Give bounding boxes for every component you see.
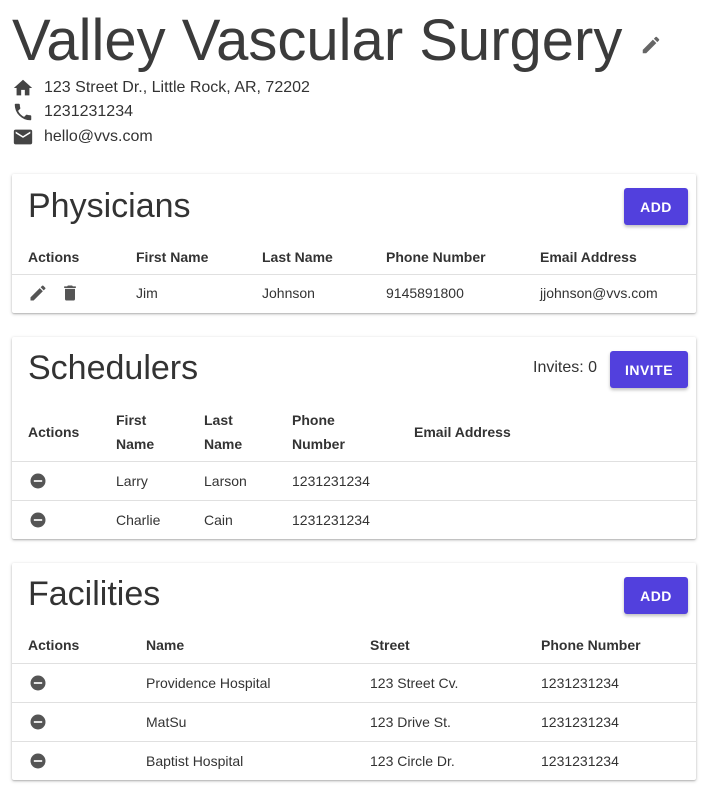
phone-cell: 1231231234 — [292, 460, 414, 500]
last-name-cell: Johnson — [262, 273, 386, 312]
edit-icon[interactable] — [28, 283, 48, 303]
delete-icon[interactable] — [60, 283, 80, 303]
street-cell: 123 Circle Dr. — [370, 740, 541, 780]
table-row: Charlie Cain 1231231234 — [12, 499, 696, 539]
table-row: MatSu 123 Drive St. 1231231234 — [12, 701, 696, 741]
col-phone-number: Phone Number — [386, 248, 486, 265]
table-row: Baptist Hospital 123 Circle Dr. 12312312… — [12, 740, 696, 780]
physicians-title: Physicians — [28, 187, 191, 225]
remove-icon[interactable] — [28, 471, 48, 491]
col-phone-number: Phone Number — [292, 403, 414, 461]
email-cell: jjohnson@vvs.com — [540, 273, 696, 312]
col-last-name-line2: Name — [204, 435, 243, 452]
page-title: Valley Vascular Surgery — [12, 8, 623, 73]
email-icon — [13, 129, 33, 145]
schedulers-card: Schedulers Invites: 0 INVITE Actions Fir… — [12, 337, 696, 539]
street-cell: 123 Street Cv. — [370, 662, 541, 702]
phone-cell: 1231231234 — [292, 499, 414, 539]
invites-count: Invites: 0 — [533, 359, 598, 376]
phone-line: 1231231234 — [12, 101, 133, 123]
col-actions: Actions — [28, 423, 80, 440]
col-first-name: First Name — [136, 248, 209, 265]
col-phone-number: Phone Number — [541, 636, 641, 653]
phone-text: 1231231234 — [44, 103, 133, 120]
remove-icon[interactable] — [28, 751, 48, 771]
remove-icon[interactable] — [28, 510, 48, 530]
schedulers-table: Actions First Name Last Name Phone Number E… — [12, 403, 696, 539]
col-actions: Actions — [28, 248, 80, 265]
actions-cell — [12, 701, 146, 741]
email-line: hello@vvs.com — [12, 126, 153, 148]
add-facility-button[interactable]: ADD — [624, 577, 688, 614]
phone-cell: 1231231234 — [541, 662, 696, 702]
physicians-card: Physicians ADD Actions First Name Last N… — [12, 174, 696, 313]
actions-cell — [12, 499, 116, 539]
table-row: Providence Hospital 123 Street Cv. 12312… — [12, 662, 696, 702]
add-physician-button[interactable]: ADD — [624, 188, 688, 225]
table-row: Larry Larson 1231231234 — [12, 460, 696, 500]
home-icon — [13, 79, 33, 96]
actions-cell — [12, 740, 146, 780]
col-phone-number-line1: Phone — [292, 411, 335, 428]
col-name: Name — [146, 636, 185, 653]
phone-cell: 1231231234 — [541, 701, 696, 741]
first-name-cell: Charlie — [116, 499, 204, 539]
phone-cell: 1231231234 — [541, 740, 696, 780]
col-email-address: Email Address — [414, 423, 511, 440]
facilities-title: Facilities — [28, 575, 161, 613]
col-first-name-line2: Name — [116, 435, 155, 452]
col-actions: Actions — [28, 636, 80, 653]
name-cell: MatSu — [146, 701, 370, 741]
last-name-cell: Larson — [204, 460, 292, 500]
col-first-name-line1: First — [116, 411, 147, 428]
title-row: Valley Vascular Surgery — [12, 6, 622, 76]
col-email-address: Email Address — [540, 248, 637, 265]
first-name-cell: Jim — [136, 273, 262, 312]
phone-cell: 9145891800 — [386, 273, 540, 312]
col-last-name: Last Name — [262, 248, 333, 265]
actions-cell — [12, 460, 116, 500]
col-last-name: Last Name — [204, 403, 292, 461]
schedulers-title: Schedulers — [28, 349, 199, 387]
actions-cell — [12, 662, 146, 702]
remove-icon[interactable] — [28, 673, 48, 693]
col-street: Street — [370, 636, 410, 653]
first-name-cell: Larry — [116, 460, 204, 500]
facilities-table: Actions Name Street Phone Number Provide… — [12, 627, 696, 780]
actions-cell — [12, 273, 136, 312]
last-name-cell: Cain — [204, 499, 292, 539]
col-last-name-line1: Last — [204, 411, 233, 428]
name-cell: Baptist Hospital — [146, 740, 370, 780]
table-row: Jim Johnson 9145891800 jjohnson@vvs.com — [12, 273, 696, 312]
remove-icon[interactable] — [28, 712, 48, 732]
invite-button[interactable]: INVITE — [610, 351, 688, 388]
street-cell: 123 Drive St. — [370, 701, 541, 741]
col-first-name: First Name — [116, 403, 204, 461]
col-phone-number-line2: Number — [292, 435, 345, 452]
email-text: hello@vvs.com — [44, 128, 153, 145]
physicians-table: Actions First Name Last Name Phone Numbe… — [12, 240, 696, 312]
phone-icon — [14, 103, 32, 121]
name-cell: Providence Hospital — [146, 662, 370, 702]
facilities-card: Facilities ADD Actions Name Street Phone… — [12, 563, 696, 780]
address-line: 123 Street Dr., Little Rock, AR, 72202 — [12, 77, 310, 99]
edit-practice-icon[interactable] — [640, 34, 662, 56]
email-cell — [414, 499, 696, 539]
address-text: 123 Street Dr., Little Rock, AR, 72202 — [44, 79, 310, 96]
email-cell — [414, 460, 696, 500]
